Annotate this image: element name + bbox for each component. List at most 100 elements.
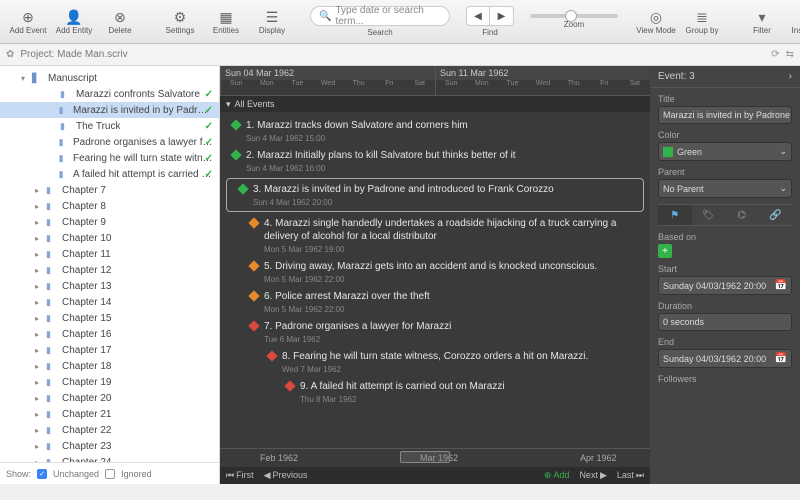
check-icon: ✓	[205, 169, 213, 180]
folder-icon: ▮	[60, 121, 72, 132]
tree-chapter-item[interactable]: ▸▮Chapter 17	[0, 342, 219, 358]
tree-chapter-item[interactable]: ▸▮Chapter 10	[0, 230, 219, 246]
tab-link[interactable]: 🔗	[759, 205, 793, 225]
event-row[interactable]: 4. Marazzi single handedly undertakes a …	[220, 214, 650, 257]
tree-chapter-item[interactable]: ▸▮Chapter 11	[0, 246, 219, 262]
tree-chapter-item[interactable]: ▸▮Chapter 18	[0, 358, 219, 374]
ignored-checkbox[interactable]	[105, 469, 115, 479]
tree-chapter-item[interactable]: ▸▮Chapter 19	[0, 374, 219, 390]
nav-first[interactable]: ⏮ First	[226, 470, 254, 481]
x-circle-icon: ⊗	[114, 8, 126, 26]
event-date: Thu 8 Mar 1962	[300, 395, 642, 404]
refresh-icon[interactable]: ⟳	[771, 49, 779, 60]
event-row[interactable]: 7. Padrone organises a lawyer for Marazz…	[220, 317, 650, 347]
tree-event-item[interactable]: ▮Fearing he will turn state witness, Cor…	[0, 150, 219, 166]
folder-icon: ▮	[46, 297, 58, 308]
event-date: Tue 6 Mar 1962	[264, 335, 642, 344]
gear-icon: ⚙	[174, 8, 187, 26]
search-icon: 🔍	[319, 11, 331, 22]
settings-button[interactable]: ⚙Settings	[158, 3, 202, 41]
event-row[interactable]: 6. Police arrest Marazzi over the theftM…	[220, 287, 650, 317]
scrubber-window[interactable]	[400, 451, 450, 463]
unchanged-checkbox[interactable]: ✓	[37, 469, 47, 479]
tree-event-item[interactable]: ▮Padrone organises a lawyer for Marazzi✓	[0, 134, 219, 150]
event-title: 8. Fearing he will turn state witness, C…	[282, 350, 642, 363]
tree-event-item[interactable]: ▮Marazzi confronts Salvatore✓	[0, 86, 219, 102]
duration-field[interactable]: 0 seconds	[658, 313, 792, 331]
group-by-button[interactable]: ≣Group by	[680, 3, 724, 41]
folder-icon: ▮	[46, 457, 58, 463]
color-select[interactable]: Green⌄	[658, 142, 792, 161]
tree-chapter-item[interactable]: ▸▮Chapter 16	[0, 326, 219, 342]
folder-icon: ▮	[46, 201, 58, 212]
tree-chapter-item[interactable]: ▸▮Chapter 14	[0, 294, 219, 310]
nav-add[interactable]: ⊕ Add	[544, 470, 570, 481]
event-title: 5. Driving away, Marazzi gets into an ac…	[264, 260, 642, 273]
search-input[interactable]: 🔍Type date or search term...	[310, 6, 450, 26]
event-date: Mon 5 Mar 1962 22:00	[264, 275, 642, 284]
tree-event-item[interactable]: ▮Marazzi is invited in by Padrone and in…	[0, 102, 219, 118]
display-button[interactable]: ☰Display	[250, 3, 294, 41]
tree-manuscript[interactable]: ▾▋Manuscript	[0, 70, 219, 86]
start-field[interactable]: Sunday 04/03/1962 20:00📅	[658, 276, 792, 295]
calendar-icon[interactable]: 📅	[775, 353, 787, 364]
tree-event-item[interactable]: ▮A failed hit attempt is carried out on …	[0, 166, 219, 182]
chevron-right-icon[interactable]: ›	[789, 71, 792, 82]
based-on-add[interactable]: +	[658, 244, 672, 258]
nav-previous[interactable]: ◀ Previous	[264, 470, 308, 481]
all-events-header[interactable]: ▾All Events	[220, 96, 650, 112]
event-row[interactable]: 2. Marazzi Initially plans to kill Salva…	[220, 146, 650, 176]
check-icon: ✓	[205, 105, 213, 116]
delete-button[interactable]: ⊗Delete	[98, 3, 142, 41]
add-event-button[interactable]: ⊕Add Event	[6, 3, 50, 41]
week-label-1: Sun 04 Mar 1962	[221, 66, 435, 80]
parent-select[interactable]: No Parent⌄	[658, 179, 792, 198]
event-marker-icon	[230, 119, 241, 130]
event-row[interactable]: 3. Marazzi is invited in by Padrone and …	[226, 178, 644, 212]
inspector-title: Event: 3	[658, 71, 695, 82]
calendar-icon[interactable]: 📅	[775, 280, 787, 291]
end-field[interactable]: Sunday 04/03/1962 20:00📅	[658, 349, 792, 368]
tree-chapter-item[interactable]: ▸▮Chapter 7	[0, 182, 219, 198]
tree-chapter-item[interactable]: ▸▮Chapter 13	[0, 278, 219, 294]
event-row[interactable]: 5. Driving away, Marazzi gets into an ac…	[220, 257, 650, 287]
nav-next[interactable]: Next ▶	[579, 470, 606, 481]
tree-chapter-item[interactable]: ▸▮Chapter 12	[0, 262, 219, 278]
tree-chapter-item[interactable]: ▸▮Chapter 9	[0, 214, 219, 230]
event-row[interactable]: 9. A failed hit attempt is carried out o…	[220, 377, 650, 407]
tree-chapter-item[interactable]: ▸▮Chapter 20	[0, 390, 219, 406]
show-label: Show:	[6, 469, 31, 479]
add-entity-button[interactable]: 👤Add Entity	[52, 3, 96, 41]
gear-small-icon[interactable]: ✿	[6, 49, 14, 60]
tree-chapter-item[interactable]: ▸▮Chapter 23	[0, 438, 219, 454]
entities-button[interactable]: ▦Entities	[204, 3, 248, 41]
tab-flag[interactable]: ⚑	[658, 205, 692, 225]
tree-chapter-item[interactable]: ▸▮Chapter 24	[0, 454, 219, 462]
inspector-button[interactable]: ⓘInspector	[786, 3, 800, 41]
document-tree[interactable]: ▾▋Manuscript ▮Marazzi confronts Salvator…	[0, 66, 219, 462]
sync-icon[interactable]: ⇆	[786, 49, 794, 60]
find-prev-button[interactable]: ◀	[466, 6, 490, 26]
tree-event-item[interactable]: ▮The Truck✓	[0, 118, 219, 134]
tree-chapter-item[interactable]: ▸▮Chapter 15	[0, 310, 219, 326]
event-row[interactable]: 8. Fearing he will turn state witness, C…	[220, 347, 650, 377]
event-date: Sun 4 Mar 1962 15:00	[246, 134, 642, 143]
tree-chapter-item[interactable]: ▸▮Chapter 8	[0, 198, 219, 214]
toolbar: ⊕Add Event 👤Add Entity ⊗Delete ⚙Settings…	[0, 0, 800, 44]
find-next-button[interactable]: ▶	[490, 6, 514, 26]
tab-bug[interactable]: ⌬	[725, 205, 759, 225]
event-row[interactable]: 1. Marazzi tracks down Salvatore and cor…	[220, 116, 650, 146]
tree-chapter-item[interactable]: ▸▮Chapter 21	[0, 406, 219, 422]
zoom-slider[interactable]	[530, 14, 618, 18]
month-scrubber[interactable]: Feb 1962 Mar 1962 Apr 1962	[220, 449, 650, 467]
tab-tag[interactable]: 🏷	[692, 205, 726, 225]
tree-chapter-item[interactable]: ▸▮Chapter 22	[0, 422, 219, 438]
title-field[interactable]: Marazzi is invited in by Padrone and int…	[658, 106, 792, 124]
view-mode-button[interactable]: ◎View Mode	[634, 3, 678, 41]
stack-icon: ≣	[696, 8, 708, 26]
nav-last[interactable]: Last ⏭	[617, 470, 644, 481]
filter-button[interactable]: ▾Filter	[740, 3, 784, 41]
event-title: 7. Padrone organises a lawyer for Marazz…	[264, 320, 642, 333]
folder-icon: ▮	[46, 425, 58, 436]
folder-icon: ▮	[46, 345, 58, 356]
